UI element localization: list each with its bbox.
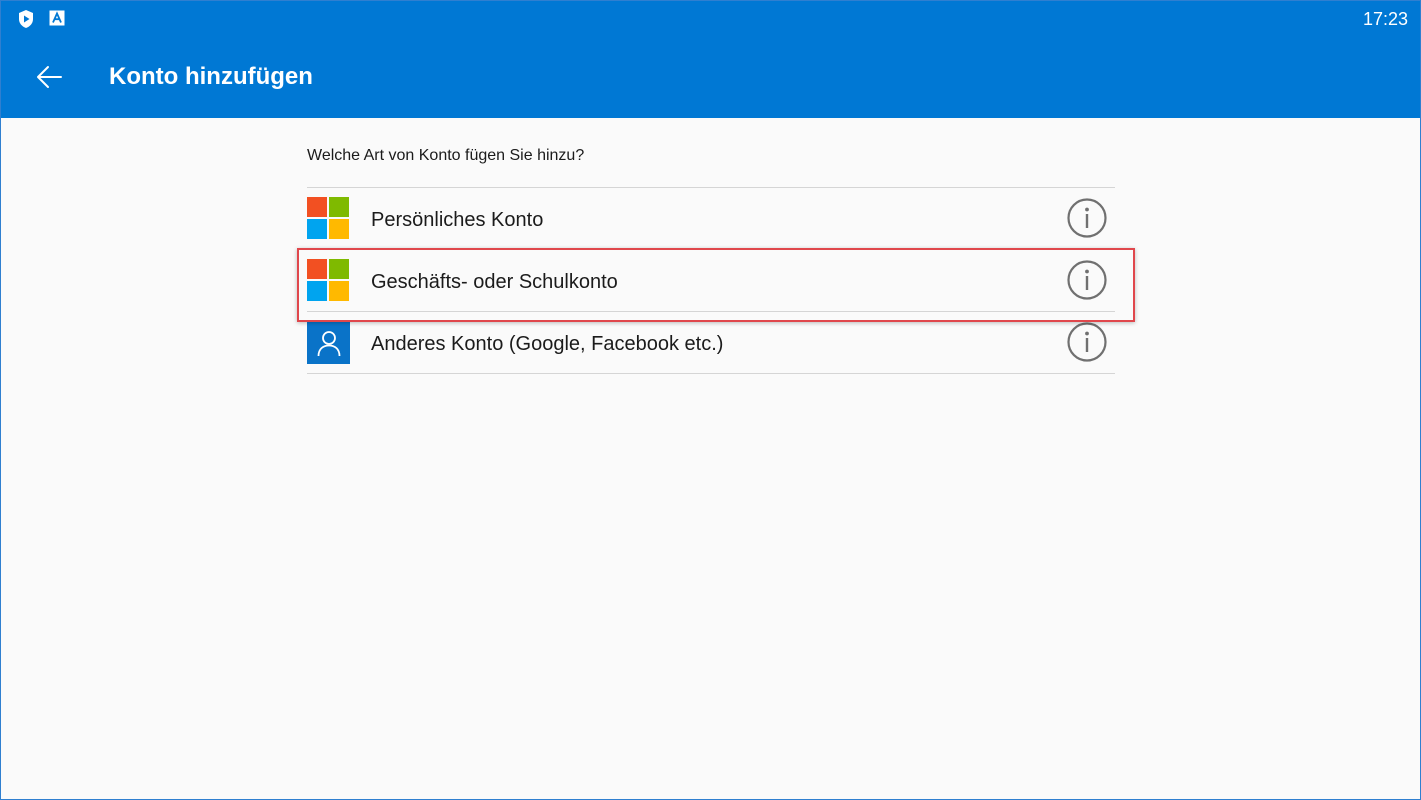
app-header: 17:23 Konto hinzufügen	[1, 1, 1420, 118]
back-button[interactable]	[27, 59, 71, 95]
arrow-left-icon	[37, 66, 62, 88]
page-title: Konto hinzufügen	[109, 63, 313, 90]
account-type-question: Welche Art von Konto fügen Sie hinzu?	[307, 147, 585, 164]
app-screen: 17:23 Konto hinzufügen Welche Art von Ko…	[0, 0, 1421, 800]
info-icon[interactable]	[1067, 260, 1107, 300]
account-option-label: Geschäfts- oder Schulkonto	[371, 271, 618, 293]
account-option-label: Anderes Konto (Google, Facebook etc.)	[371, 333, 724, 355]
person-icon	[307, 321, 350, 364]
account-option-label: Persönliches Konto	[371, 209, 544, 231]
shield-play-icon	[19, 10, 33, 28]
account-option-other[interactable]: Anderes Konto (Google, Facebook etc.)	[307, 312, 1115, 374]
microsoft-logo-icon	[307, 259, 350, 302]
account-option-work-school[interactable]: Geschäfts- oder Schulkonto	[307, 250, 1115, 312]
app-a-icon	[49, 10, 65, 26]
status-time: 17:23	[1362, 9, 1408, 29]
account-option-personal[interactable]: Persönliches Konto	[307, 188, 1115, 250]
microsoft-logo-icon	[307, 197, 350, 240]
account-type-list: Persönliches Konto Geschäfts- oder Schul…	[307, 187, 1115, 374]
info-icon[interactable]	[1067, 198, 1107, 238]
info-icon[interactable]	[1067, 322, 1107, 362]
status-bar: 17:23	[1, 1, 1420, 37]
